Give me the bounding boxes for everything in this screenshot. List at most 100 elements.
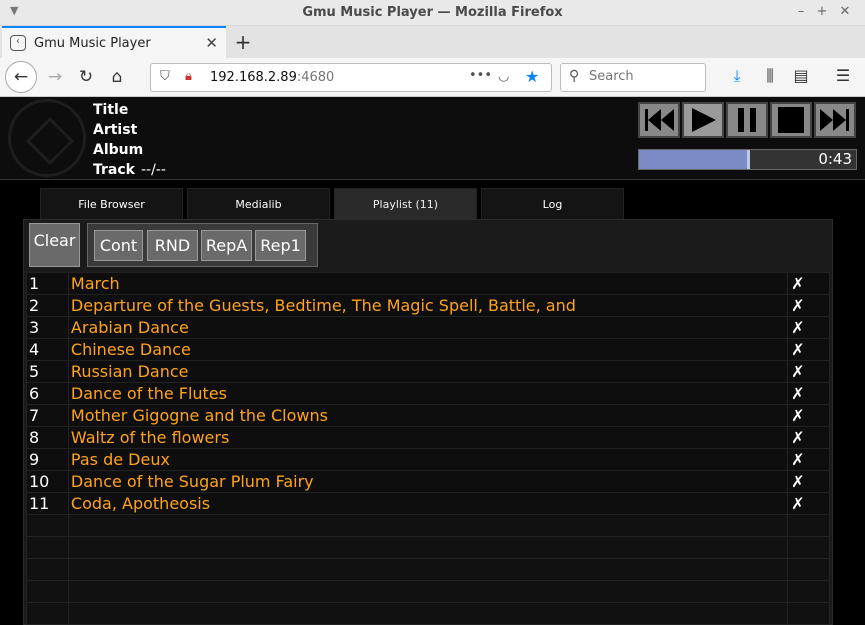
table-row[interactable]: 9 Pas de Deux ✗	[26, 448, 830, 471]
insecure-lock-icon[interactable]: 🔒︎	[185, 69, 192, 84]
track-title[interactable]: Waltz of the flowers	[67, 426, 789, 449]
sidebar-icon[interactable]: ▤	[790, 66, 812, 85]
empty-cell	[67, 558, 789, 581]
track-number: 6	[26, 382, 69, 405]
tab-playlist[interactable]: Playlist (11)	[334, 188, 477, 220]
url-text[interactable]: 192.168.2.89:4680	[210, 70, 334, 85]
remove-track-icon[interactable]: ✗	[787, 272, 830, 295]
track-number: 3	[26, 316, 69, 339]
seek-bar-fill	[639, 150, 748, 169]
play-button[interactable]	[682, 102, 724, 138]
bookmark-star-icon[interactable]: ★	[525, 67, 539, 86]
empty-cell	[787, 580, 830, 603]
track-number: 7	[26, 404, 69, 427]
minimize-icon[interactable]: –	[792, 4, 810, 19]
track-number: 10	[26, 470, 69, 493]
empty-row	[26, 514, 830, 537]
empty-cell	[26, 514, 69, 537]
table-row[interactable]: 10 Dance of the Sugar Plum Fairy ✗	[26, 470, 830, 493]
downloads-icon[interactable]: ⤓	[726, 66, 748, 86]
remove-track-icon[interactable]: ✗	[787, 404, 830, 427]
empty-row	[26, 602, 830, 625]
mode-repa-button[interactable]: RepA	[201, 230, 252, 261]
next-button[interactable]	[814, 102, 856, 138]
table-row[interactable]: 7 Mother Gigogne and the Clowns ✗	[26, 404, 830, 427]
empty-row	[26, 558, 830, 581]
seek-bar-handle[interactable]	[746, 150, 750, 169]
pocket-icon[interactable]: ◡	[498, 69, 509, 84]
track-title[interactable]: Coda, Apotheosis	[67, 492, 789, 515]
new-tab-icon[interactable]: +	[232, 30, 254, 54]
table-row[interactable]: 8 Waltz of the flowers ✗	[26, 426, 830, 449]
remove-track-icon[interactable]: ✗	[787, 492, 830, 515]
clear-button[interactable]: Clear	[29, 223, 80, 267]
track-value: --/--	[140, 162, 166, 178]
hamburger-menu-icon[interactable]: ☰	[832, 66, 854, 85]
remove-track-icon[interactable]: ✗	[787, 448, 830, 471]
table-row[interactable]: 1 March ✗	[26, 272, 830, 295]
stop-icon	[778, 107, 804, 133]
remove-track-icon[interactable]: ✗	[787, 338, 830, 361]
seek-bar[interactable]: 0:43	[638, 149, 857, 170]
transport-controls	[638, 102, 858, 138]
track-title[interactable]: Dance of the Sugar Plum Fairy	[67, 470, 789, 493]
table-row[interactable]: 11 Coda, Apotheosis ✗	[26, 492, 830, 515]
track-title[interactable]: Departure of the Guests, Bedtime, The Ma…	[67, 294, 789, 317]
track-title[interactable]: Mother Gigogne and the Clowns	[67, 404, 789, 427]
tab-file-browser[interactable]: File Browser	[40, 188, 183, 220]
empty-cell	[67, 536, 789, 559]
previous-button[interactable]	[638, 102, 680, 138]
pause-icon	[738, 108, 756, 132]
remove-track-icon[interactable]: ✗	[787, 426, 830, 449]
remove-track-icon[interactable]: ✗	[787, 294, 830, 317]
library-icon[interactable]: ⫼	[759, 66, 781, 86]
search-box[interactable]: ⚲	[560, 63, 706, 92]
pause-button[interactable]	[726, 102, 768, 138]
maximize-icon[interactable]: +	[813, 4, 831, 19]
page-actions-icon[interactable]: •••	[469, 68, 492, 83]
mode-cont-button[interactable]: Cont	[94, 230, 143, 261]
remove-track-icon[interactable]: ✗	[787, 316, 830, 339]
table-row[interactable]: 6 Dance of the Flutes ✗	[26, 382, 830, 405]
track-title[interactable]: Chinese Dance	[67, 338, 789, 361]
empty-cell	[67, 580, 789, 603]
elapsed-time: 0:43	[818, 150, 852, 168]
remove-track-icon[interactable]: ✗	[787, 470, 830, 493]
track-number: 9	[26, 448, 69, 471]
empty-cell	[26, 602, 69, 625]
remove-track-icon[interactable]: ✗	[787, 382, 830, 405]
stop-button[interactable]	[770, 102, 812, 138]
table-row[interactable]: 5 Russian Dance ✗	[26, 360, 830, 383]
mode-rnd-button[interactable]: RND	[147, 230, 198, 261]
tab-close-icon[interactable]: ✕	[205, 34, 218, 52]
url-bar[interactable]: ⛉ 🔒︎ 192.168.2.89:4680 ••• ◡ ★	[150, 63, 552, 92]
track-number: 4	[26, 338, 69, 361]
empty-cell	[67, 514, 789, 537]
shield-icon[interactable]: ⛉	[160, 69, 170, 84]
back-icon[interactable]: ←	[5, 61, 37, 93]
tab-log[interactable]: Log	[481, 188, 624, 220]
track-title[interactable]: March	[67, 272, 789, 295]
empty-cell	[787, 514, 830, 537]
close-window-icon[interactable]: ✕	[836, 4, 854, 19]
reload-icon[interactable]: ↻	[72, 64, 100, 92]
playlist-table: 1 March ✗ 2 Departure of the Guests, Bedtime…	[26, 272, 830, 625]
home-icon[interactable]: ⌂	[103, 64, 131, 92]
search-input[interactable]	[589, 69, 699, 84]
remove-track-icon[interactable]: ✗	[787, 360, 830, 383]
tab-medialib[interactable]: Medialib	[187, 188, 330, 220]
browser-tab[interactable]: ‹ Gmu Music Player ✕	[2, 26, 226, 58]
track-info: Title Artist Album Track --/--	[93, 100, 166, 180]
track-title[interactable]: Arabian Dance	[67, 316, 789, 339]
table-row[interactable]: 4 Chinese Dance ✗	[26, 338, 830, 361]
table-row[interactable]: 2 Departure of the Guests, Bedtime, The M…	[26, 294, 830, 317]
table-row[interactable]: 3 Arabian Dance ✗	[26, 316, 830, 339]
play-mode-group: Cont RND RepA Rep1	[87, 223, 318, 267]
track-title[interactable]: Russian Dance	[67, 360, 789, 383]
window-titlebar: ▼ Gmu Music Player — Mozilla Firefox – +…	[0, 0, 865, 26]
track-title[interactable]: Pas de Deux	[67, 448, 789, 471]
play-icon	[692, 108, 716, 132]
mode-rep1-button[interactable]: Rep1	[255, 230, 306, 261]
track-title[interactable]: Dance of the Flutes	[67, 382, 789, 405]
forward-icon[interactable]: →	[41, 64, 69, 92]
